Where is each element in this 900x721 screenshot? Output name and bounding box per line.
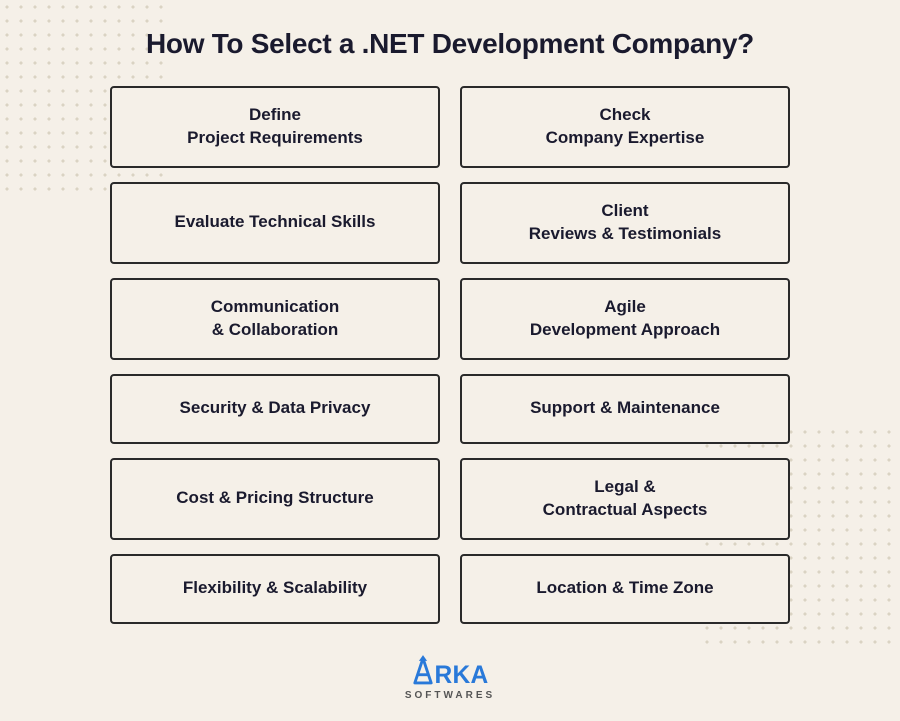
card-evaluate-skills-text: Evaluate Technical Skills	[175, 211, 376, 234]
card-flexibility-text: Flexibility & Scalability	[183, 577, 367, 600]
card-cost-text: Cost & Pricing Structure	[176, 487, 373, 510]
card-communication-text: Communication& Collaboration	[211, 296, 339, 342]
card-location: Location & Time Zone	[460, 554, 790, 624]
card-cost: Cost & Pricing Structure	[110, 458, 440, 540]
card-define-project-text: DefineProject Requirements	[187, 104, 363, 150]
card-security: Security & Data Privacy	[110, 374, 440, 444]
card-evaluate-skills: Evaluate Technical Skills	[110, 182, 440, 264]
card-agile: AgileDevelopment Approach	[460, 278, 790, 360]
card-legal: Legal &Contractual Aspects	[460, 458, 790, 540]
page-title: How To Select a .NET Development Company…	[146, 28, 754, 60]
cards-grid: DefineProject Requirements CheckCompany …	[110, 86, 790, 624]
card-legal-text: Legal &Contractual Aspects	[543, 476, 708, 522]
logo-area: R K A SOFTWARES	[405, 650, 495, 701]
card-client-reviews-text: ClientReviews & Testimonials	[529, 200, 721, 246]
card-support-text: Support & Maintenance	[530, 397, 720, 420]
card-agile-text: AgileDevelopment Approach	[530, 296, 720, 342]
svg-text:A: A	[470, 661, 488, 687]
card-support: Support & Maintenance	[460, 374, 790, 444]
main-container: How To Select a .NET Development Company…	[0, 0, 900, 721]
card-security-text: Security & Data Privacy	[180, 397, 371, 420]
card-check-expertise: CheckCompany Expertise	[460, 86, 790, 168]
card-location-text: Location & Time Zone	[536, 577, 713, 600]
svg-text:R: R	[434, 661, 452, 687]
card-communication: Communication& Collaboration	[110, 278, 440, 360]
arka-logo: R K A	[405, 650, 495, 688]
card-flexibility: Flexibility & Scalability	[110, 554, 440, 624]
logo-tagline: SOFTWARES	[405, 690, 495, 701]
card-check-expertise-text: CheckCompany Expertise	[546, 104, 705, 150]
svg-text:K: K	[452, 661, 470, 687]
card-define-project: DefineProject Requirements	[110, 86, 440, 168]
card-client-reviews: ClientReviews & Testimonials	[460, 182, 790, 264]
